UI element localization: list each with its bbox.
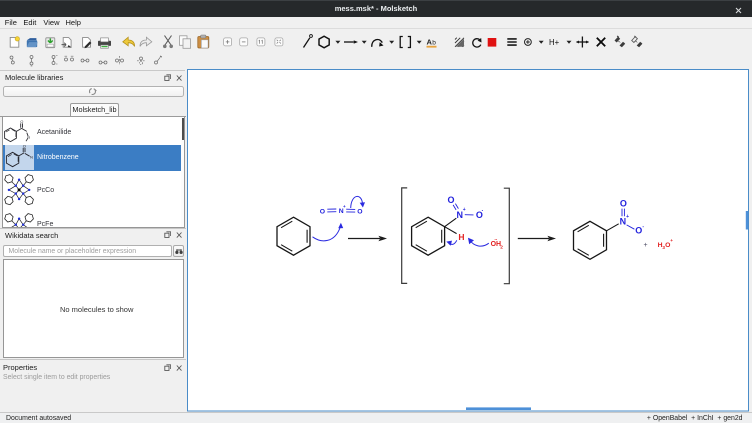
svg-text:b: b [432,40,436,47]
svg-text:+: + [644,242,648,249]
svg-text:O: O [357,209,362,216]
svg-text:O: O [23,145,26,148]
svg-text:O: O [320,208,325,215]
svg-text:O: O [447,195,454,205]
svg-text:+: + [463,207,466,213]
svg-text:+: + [343,204,346,209]
svg-text:N: N [339,208,344,215]
svg-text:N: N [30,155,33,160]
svg-text:H+: H+ [549,38,560,47]
svg-text:O: O [20,120,23,124]
svg-text:N: N [27,135,30,140]
svg-text:O: O [635,226,642,236]
svg-text:+: + [670,238,673,243]
svg-text:+: + [626,214,629,220]
svg-text:O: O [620,199,627,209]
svg-text:H: H [458,232,464,242]
svg-text:..: .. [494,236,498,242]
svg-text:2: 2 [500,245,503,251]
